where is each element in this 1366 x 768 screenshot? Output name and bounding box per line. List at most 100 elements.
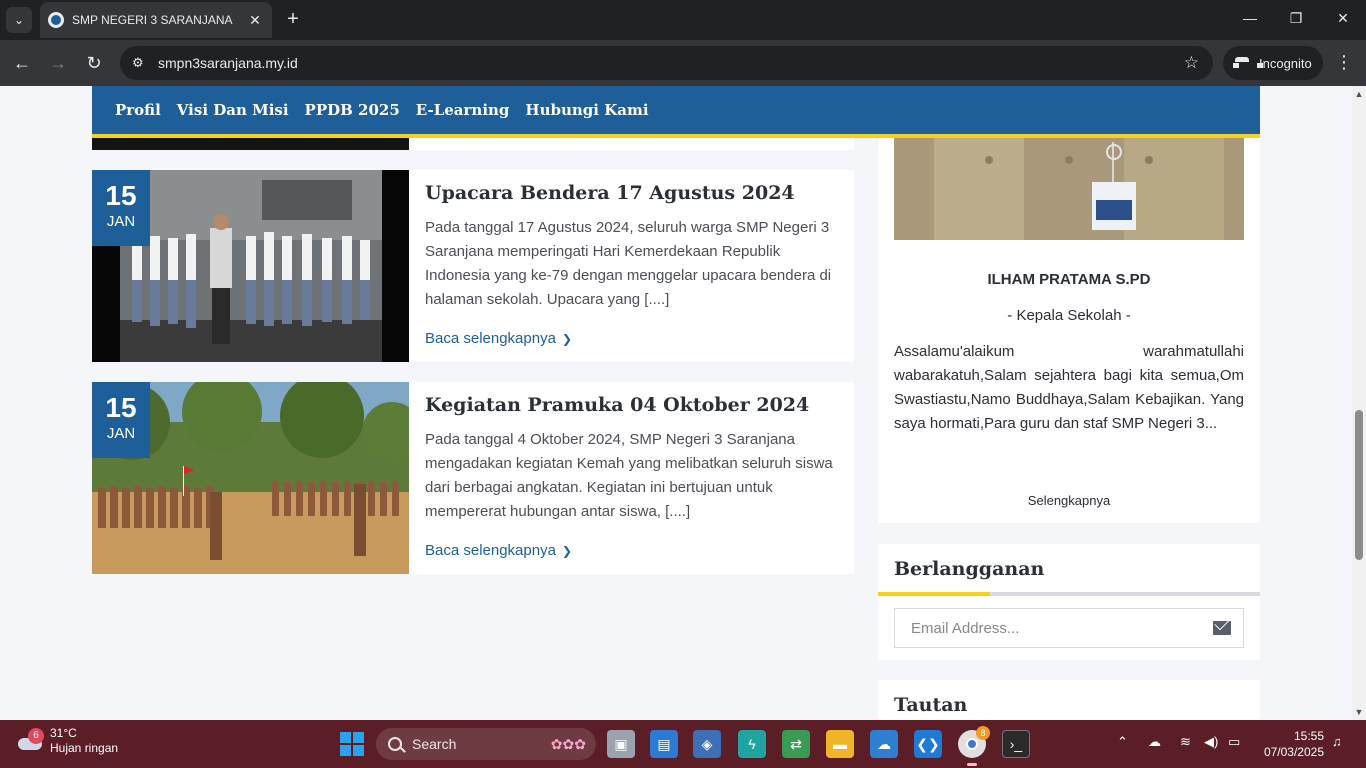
links-title: Tautan [894, 694, 968, 716]
url-text[interactable]: smpn3saranjana.my.id [158, 55, 298, 71]
post-excerpt: Pada tanggal 4 Oktober 2024, SMP Negeri … [425, 431, 833, 520]
post-date-month: JAN [106, 213, 136, 230]
title-underline [878, 592, 1260, 596]
principal-photo [894, 138, 1244, 240]
reload-button[interactable]: ↻ [82, 52, 106, 74]
links-widget: Tautan [878, 680, 1260, 720]
post-card: 15 JAN Kegiatan Pramuka 04 Oktober 2024 … [92, 382, 854, 574]
previous-post-image[interactable] [92, 138, 409, 150]
read-more-link[interactable]: Baca selengkapnya ❯ [425, 330, 572, 347]
incognito-icon [1233, 57, 1263, 69]
nav-item-visi-misi[interactable]: Visi Dan Misi [177, 101, 289, 119]
back-button[interactable]: ← [10, 52, 34, 74]
read-more-label: Baca selengkapnya [425, 330, 556, 347]
battery-icon[interactable]: ▭ [1228, 734, 1240, 750]
email-input[interactable] [911, 619, 1213, 637]
browser-toolbar: ← → ↻ ⚙ smpn3saranjana.my.id ☆ Incognito… [0, 40, 1366, 86]
clock-time: 15:55 [1293, 729, 1324, 743]
site-info-icon[interactable]: ⚙ [132, 55, 156, 71]
principal-more-link[interactable]: Selengkapnya [878, 493, 1260, 508]
nav-item-ppdb[interactable]: PPDB 2025 [305, 101, 400, 119]
subscribe-widget: Berlangganan [878, 544, 1260, 660]
new-tab-button[interactable]: + [282, 8, 304, 30]
active-tab[interactable]: SMP NEGERI 3 SARANJANA ✕ [40, 2, 272, 38]
nav-item-elearning[interactable]: E-Learning [416, 101, 510, 119]
nav-item-profil[interactable]: Profil [115, 101, 161, 119]
principal-greeting: Assalamu'alaikum warahmatullahi wabaraka… [894, 343, 1244, 432]
terminal-icon[interactable]: ›_ [1002, 730, 1030, 758]
site-favicon-icon [48, 12, 64, 28]
control-panel-icon[interactable]: ▤ [650, 730, 678, 758]
browser-menu-icon[interactable]: ⋮ [1334, 52, 1354, 73]
clock-date: 07/03/2025 [1263, 745, 1324, 759]
principal-widget: ILHAM PRATAMA S.PD - Kepala Sekolah - As… [878, 86, 1260, 523]
wifi-icon[interactable]: ≋ [1180, 734, 1191, 750]
read-more-label: Baca selengkapnya [425, 542, 556, 559]
chevron-right-icon: ❯ [561, 544, 572, 558]
search-icon [388, 737, 402, 751]
scroll-thumb[interactable] [1355, 410, 1363, 560]
tab-strip: ⌄ SMP NEGERI 3 SARANJANA ✕ + — ❐ ✕ [0, 0, 1366, 40]
chevron-right-icon: ❯ [561, 332, 572, 346]
page-viewport: Profil Visi Dan Misi PPDB 2025 E-Learnin… [0, 86, 1352, 720]
post-excerpt: Pada tanggal 17 Agustus 2024, seluruh wa… [425, 219, 832, 308]
minimize-button[interactable]: — [1240, 10, 1260, 26]
cloud-app-icon[interactable]: ☁ [870, 730, 898, 758]
tray-overflow-icon[interactable]: ⌃ [1117, 734, 1128, 750]
windows-start-icon[interactable] [340, 732, 364, 756]
chrome-badge: 8 [976, 726, 990, 740]
tab-close-icon[interactable]: ✕ [246, 12, 264, 29]
post-date-badge: 15 JAN [92, 170, 150, 246]
weather-description: Hujan ringan [50, 741, 119, 755]
scroll-down-arrow-icon[interactable]: ▼ [1354, 707, 1364, 717]
weather-badge: 6 [28, 728, 44, 744]
notification-bell-icon[interactable]: ♫ [1332, 734, 1342, 749]
taskbar-search[interactable]: Search ✿✿✿ [376, 728, 596, 760]
principal-role: - Kepala Sekolah - [1007, 307, 1131, 324]
vscode-icon[interactable]: ❮❯ [914, 730, 942, 758]
system-clock[interactable]: 15:55 07/03/2025 [1258, 728, 1324, 760]
onedrive-error-icon[interactable]: ☁ [1148, 734, 1161, 750]
post-date-badge: 15 JAN [92, 382, 150, 458]
main-navigation: Profil Visi Dan Misi PPDB 2025 E-Learnin… [92, 86, 1260, 138]
weather-widget[interactable]: 6 31°C Hujan ringan [16, 726, 118, 756]
chrome-icon[interactable]: 8 [958, 726, 990, 766]
taskbar-search-label: Search [412, 736, 457, 752]
taskbar: 6 31°C Hujan ringan Search ✿✿✿ ▣ ▤ ◈ ϟ ⇄… [0, 720, 1366, 768]
file-explorer-icon[interactable]: ▬ [826, 730, 854, 758]
read-more-link[interactable]: Baca selengkapnya ❯ [425, 542, 572, 559]
previous-post-card [409, 138, 854, 150]
tab-title: SMP NEGERI 3 SARANJANA [72, 13, 233, 27]
post-card: 15 JAN Upacara Bendera 17 Agustus 2024 P… [92, 170, 854, 362]
blossom-icon: ✿✿✿ [550, 736, 586, 752]
post-title[interactable]: Kegiatan Pramuka 04 Oktober 2024 [425, 392, 837, 418]
subscribe-form [894, 608, 1244, 648]
task-view-icon[interactable]: ▣ [607, 730, 635, 758]
incognito-indicator[interactable]: Incognito [1223, 46, 1323, 80]
principal-name: ILHAM PRATAMA S.PD [987, 271, 1151, 288]
incognito-label: Incognito [1259, 55, 1312, 71]
rain-cloud-icon: 6 [16, 728, 44, 752]
subscribe-title: Berlangganan [894, 558, 1045, 580]
network-share-icon[interactable]: ⇄ [782, 730, 810, 758]
volume-icon[interactable]: ◀) [1204, 734, 1218, 750]
post-image-flag-ceremony[interactable]: 15 JAN [92, 170, 409, 362]
tab-search-button[interactable]: ⌄ [6, 7, 32, 33]
post-date-day: 15 [105, 180, 137, 211]
bookmark-star-icon[interactable]: ☆ [1184, 53, 1199, 73]
forward-button[interactable]: → [46, 52, 70, 74]
post-title[interactable]: Upacara Bendera 17 Agustus 2024 [425, 180, 837, 206]
bolt-app-icon[interactable]: ϟ [738, 730, 766, 758]
post-date-day: 15 [105, 392, 137, 423]
post-date-month: JAN [106, 425, 136, 442]
restore-button[interactable]: ❐ [1286, 10, 1306, 27]
close-window-button[interactable]: ✕ [1333, 10, 1353, 27]
nav-item-hubungi[interactable]: Hubungi Kami [525, 101, 648, 119]
envelope-icon[interactable] [1213, 621, 1231, 635]
scroll-up-arrow-icon[interactable]: ▲ [1354, 89, 1364, 99]
page-scrollbar[interactable]: ▲ ▼ [1352, 86, 1366, 720]
temperature: 31°C [50, 726, 77, 740]
address-bar[interactable]: ⚙ smpn3saranjana.my.id ☆ [120, 46, 1213, 80]
virtualbox-icon[interactable]: ◈ [693, 730, 721, 758]
post-image-scout-camp[interactable]: 15 JAN [92, 382, 409, 574]
